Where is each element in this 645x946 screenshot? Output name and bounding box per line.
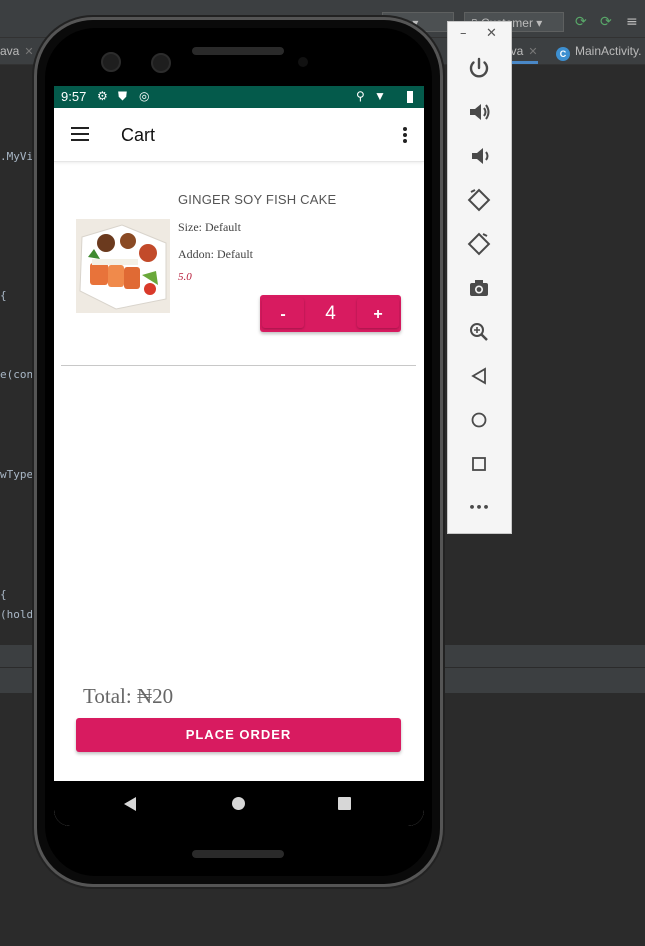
apply-changes-icon[interactable]: ⟳	[575, 14, 587, 30]
camera-icon[interactable]	[465, 274, 493, 302]
app-bar: Cart	[54, 108, 424, 162]
status-bar: 9:57 ⚙ ⛊ ◎ ⚲ ▼	[54, 86, 424, 108]
back-icon[interactable]	[465, 362, 493, 390]
code-line: {	[0, 289, 7, 302]
tab-label: ava	[0, 44, 20, 58]
scroll-marker	[440, 205, 444, 260]
food-image	[76, 219, 170, 313]
code-line: e(cont	[0, 368, 40, 381]
system-nav-bar	[54, 781, 424, 826]
item-price: 5.0	[178, 271, 192, 283]
location-icon: ⚲	[356, 89, 365, 103]
ide-title-strip	[0, 0, 645, 9]
sync-icon: ◎	[139, 89, 150, 103]
front-camera	[101, 52, 121, 72]
front-camera-2	[151, 53, 171, 73]
minimize-icon[interactable]: –	[460, 26, 467, 41]
proximity-sensor	[298, 57, 308, 67]
tab-close-icon[interactable]: ✕	[24, 46, 33, 58]
volume-up-icon[interactable]	[465, 98, 493, 126]
zoom-icon[interactable]	[465, 318, 493, 346]
code-line: {	[0, 588, 7, 601]
power-icon[interactable]	[465, 54, 493, 82]
close-icon[interactable]: ✕	[486, 26, 497, 41]
editor-tab[interactable]: C MainActivity.	[556, 38, 641, 64]
order-total: Total: ₦20	[83, 684, 174, 708]
tab-label: MainActivity.	[575, 44, 642, 58]
rotate-left-icon[interactable]	[465, 186, 493, 214]
emulator-controls-header: – ✕	[448, 22, 511, 48]
item-divider	[61, 365, 416, 366]
quantity-stepper: - 4 +	[260, 295, 401, 332]
shield-icon: ⛊	[118, 89, 128, 103]
code-line: (holde	[0, 608, 40, 621]
page-title: Cart	[121, 125, 156, 145]
bottom-speaker	[192, 850, 284, 858]
top-speaker	[192, 47, 284, 55]
nav-back-icon[interactable]	[124, 797, 136, 811]
code-line: wType)	[0, 468, 40, 481]
emulator-controls: – ✕ •••	[447, 21, 512, 534]
overview-icon[interactable]	[465, 450, 493, 478]
rotate-right-icon[interactable]	[465, 230, 493, 258]
item-size: Size: Default	[178, 220, 241, 234]
nav-home-icon[interactable]	[232, 797, 245, 810]
item-name: GINGER SOY FISH CAKE	[178, 192, 337, 207]
volume-down-icon[interactable]	[465, 142, 493, 170]
menu-icon[interactable]	[71, 127, 89, 141]
settings-gear-icon: ⚙	[97, 89, 108, 103]
nav-recents-icon[interactable]	[338, 797, 351, 810]
class-file-icon: C	[556, 47, 570, 61]
wifi-icon: ▼	[374, 89, 386, 103]
emulator-screen[interactable]: 9:57 ⚙ ⛊ ◎ ⚲ ▼ Cart GINGER SOY FISH CAKE…	[54, 86, 424, 826]
apply-code-icon[interactable]: ⟳	[600, 14, 612, 30]
tab-close-icon[interactable]: ✕	[528, 46, 537, 58]
code-line: .MyVie	[0, 150, 40, 163]
place-order-button[interactable]: PLACE ORDER	[76, 718, 401, 752]
item-addon: Addon: Default	[178, 247, 253, 261]
more-icon[interactable]: •••	[465, 494, 493, 522]
home-icon[interactable]	[465, 406, 493, 434]
status-time: 9:57	[61, 89, 87, 104]
increase-button[interactable]: +	[357, 298, 399, 328]
scroll-marker	[440, 325, 444, 445]
editor-tab[interactable]: ava ✕	[0, 38, 34, 64]
structure-icon[interactable]: ≡	[626, 14, 638, 30]
overflow-menu-icon[interactable]	[402, 127, 408, 143]
battery-icon	[407, 91, 413, 103]
